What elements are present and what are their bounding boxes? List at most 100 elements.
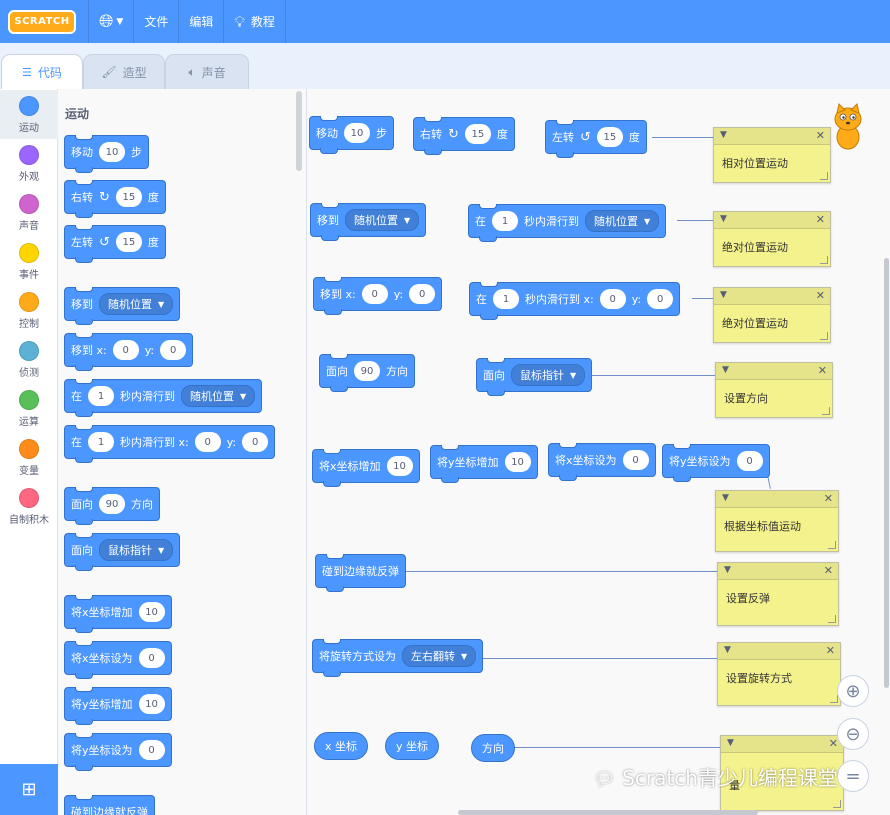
category-variables[interactable]: 变量: [0, 433, 58, 482]
bounce-block[interactable]: 碰到边缘就反弹: [315, 554, 406, 592]
collapse-icon[interactable]: ▼: [724, 645, 731, 655]
comment-note[interactable]: ▼ ✕ 绝对位置运动: [713, 287, 831, 343]
palette-set-y-block[interactable]: 将y坐标设为 0: [64, 733, 172, 771]
change-y-block[interactable]: 将y坐标增加 10: [430, 445, 538, 483]
x-input[interactable]: 0: [194, 432, 221, 452]
comment-text[interactable]: 根据坐标值运动: [716, 508, 838, 534]
collapse-icon[interactable]: ▼: [720, 290, 727, 300]
palette-turn-left-block[interactable]: 左转 ↺ 15 度: [64, 225, 166, 263]
close-icon[interactable]: ✕: [826, 644, 835, 657]
collapse-icon[interactable]: ▼: [722, 493, 729, 503]
value-input[interactable]: 10: [386, 456, 413, 476]
resize-handle-icon[interactable]: [833, 800, 841, 808]
comment-text[interactable]: 绝对位置运动: [714, 229, 830, 255]
degrees-input[interactable]: 15: [115, 232, 142, 252]
seconds-input[interactable]: 1: [492, 211, 518, 231]
comment-note[interactable]: ▼ ✕ 绝对位置运动: [713, 211, 831, 267]
x-input[interactable]: 0: [599, 289, 626, 309]
tab-costumes[interactable]: 🖌︎ 造型: [83, 54, 165, 89]
close-icon[interactable]: ✕: [816, 289, 825, 302]
goto-block[interactable]: 移到 随机位置 ▼: [310, 203, 427, 241]
resize-handle-icon[interactable]: [828, 541, 836, 549]
comment-header[interactable]: ▼ ✕: [716, 363, 832, 380]
direction-input[interactable]: 90: [99, 494, 125, 514]
point-direction-block[interactable]: 面向 90 方向: [319, 354, 415, 392]
seconds-input[interactable]: 1: [493, 289, 519, 309]
script-area[interactable]: 移动 10 步 右转 ↻ 15 度 左转 ↺ 15 度 移到 随机位置 ▼ 在 1 秒内滑行到 随机位置 ▼…: [307, 89, 890, 815]
steps-input[interactable]: 10: [99, 142, 125, 162]
scratch-logo[interactable]: SCRATCH: [8, 9, 76, 34]
collapse-icon[interactable]: ▼: [722, 365, 729, 375]
change-x-block[interactable]: 将x坐标增加 10: [312, 449, 420, 487]
target-dropdown[interactable]: 鼠标指针 ▼: [99, 539, 174, 561]
x-position-reporter[interactable]: x 坐标: [314, 732, 369, 760]
palette-set-x-block[interactable]: 将x坐标设为 0: [64, 641, 172, 679]
seconds-input[interactable]: 1: [88, 386, 114, 406]
degrees-input[interactable]: 15: [596, 127, 623, 147]
collapse-icon[interactable]: ▼: [727, 738, 734, 748]
comment-note[interactable]: ▼ ✕ 根据坐标值运动: [715, 490, 839, 552]
category-events[interactable]: 事件: [0, 237, 58, 286]
direction-input[interactable]: 90: [354, 361, 380, 381]
y-input[interactable]: 0: [160, 340, 187, 360]
move-block[interactable]: 移动 10 步: [309, 116, 394, 154]
resize-handle-icon[interactable]: [820, 172, 828, 180]
comment-text[interactable]: 设置方向: [716, 380, 832, 406]
zoom-reset-button[interactable]: =: [837, 760, 869, 792]
value-input[interactable]: 0: [138, 740, 165, 760]
y-input[interactable]: 0: [242, 432, 269, 452]
y-input[interactable]: 0: [409, 284, 436, 304]
category-looks[interactable]: 外观: [0, 139, 58, 188]
comment-text[interactable]: 设置旋转方式: [718, 660, 840, 686]
workspace-horizontal-scrollbar[interactable]: [458, 810, 758, 815]
comment-header[interactable]: ▼ ✕: [714, 212, 830, 229]
palette-point-towards-block[interactable]: 面向 鼠标指针 ▼: [64, 533, 181, 571]
resize-handle-icon[interactable]: [820, 332, 828, 340]
x-input[interactable]: 0: [112, 340, 139, 360]
tab-sounds[interactable]: 🔈︎ 声音: [165, 54, 249, 89]
comment-header[interactable]: ▼ ✕: [718, 563, 838, 580]
palette-change-y-block[interactable]: 将y坐标增加 10: [64, 687, 172, 725]
close-icon[interactable]: ✕: [824, 564, 833, 577]
comment-header[interactable]: ▼ ✕: [714, 288, 830, 305]
close-icon[interactable]: ✕: [829, 737, 838, 750]
palette-goto-xy-block[interactable]: 移到 x: 0 y: 0: [64, 333, 194, 371]
tutorials-menu[interactable]: 💡︎ 教程: [224, 0, 286, 43]
collapse-icon[interactable]: ▼: [724, 565, 731, 575]
x-input[interactable]: 0: [361, 284, 388, 304]
palette-point-direction-block[interactable]: 面向 90 方向: [64, 487, 160, 525]
comment-note[interactable]: ▼ ✕ 相对位置运动: [713, 127, 831, 183]
palette-turn-right-block[interactable]: 右转 ↻ 15 度: [64, 180, 166, 218]
resize-handle-icon[interactable]: [830, 695, 838, 703]
turn-right-block[interactable]: 右转 ↻ 15 度: [413, 117, 515, 155]
set-x-block[interactable]: 将x坐标设为 0: [548, 443, 656, 481]
target-dropdown[interactable]: 随机位置 ▼: [181, 385, 256, 407]
palette-bounce-block[interactable]: 碰到边缘就反弹: [64, 795, 155, 815]
target-dropdown[interactable]: 鼠标指针 ▼: [511, 364, 586, 386]
add-extension-button[interactable]: ⊞: [0, 764, 58, 815]
resize-handle-icon[interactable]: [820, 256, 828, 264]
goto-xy-block[interactable]: 移到 x: 0 y: 0: [313, 277, 443, 315]
category-sound[interactable]: 声音: [0, 188, 58, 237]
resize-handle-icon[interactable]: [822, 407, 830, 415]
comment-note[interactable]: ▼ ✕ 设置方向: [715, 362, 833, 418]
degrees-input[interactable]: 15: [115, 187, 142, 207]
rotation-style-dropdown[interactable]: 左右翻转 ▼: [402, 645, 477, 667]
close-icon[interactable]: ✕: [818, 364, 827, 377]
target-dropdown[interactable]: 随机位置 ▼: [585, 210, 660, 232]
file-menu[interactable]: 文件: [134, 0, 180, 43]
palette-change-x-block[interactable]: 将x坐标增加 10: [64, 595, 172, 633]
target-dropdown[interactable]: 随机位置 ▼: [99, 293, 174, 315]
set-y-block[interactable]: 将y坐标设为 0: [662, 444, 770, 482]
language-menu[interactable]: 🌐︎ ▼: [88, 0, 135, 43]
category-operators[interactable]: 运算: [0, 384, 58, 433]
zoom-in-button[interactable]: ⊕: [837, 675, 869, 707]
palette-glide-xy-block[interactable]: 在 1 秒内滑行到 x: 0 y: 0: [64, 425, 276, 463]
point-towards-block[interactable]: 面向 鼠标指针 ▼: [476, 358, 593, 396]
comment-text[interactable]: 相对位置运动: [714, 145, 830, 171]
category-motion[interactable]: 运动: [0, 90, 58, 139]
degrees-input[interactable]: 15: [464, 124, 491, 144]
comment-text[interactable]: 设置反弹: [718, 580, 838, 606]
category-control[interactable]: 控制: [0, 286, 58, 335]
direction-reporter[interactable]: 方向: [471, 734, 515, 762]
